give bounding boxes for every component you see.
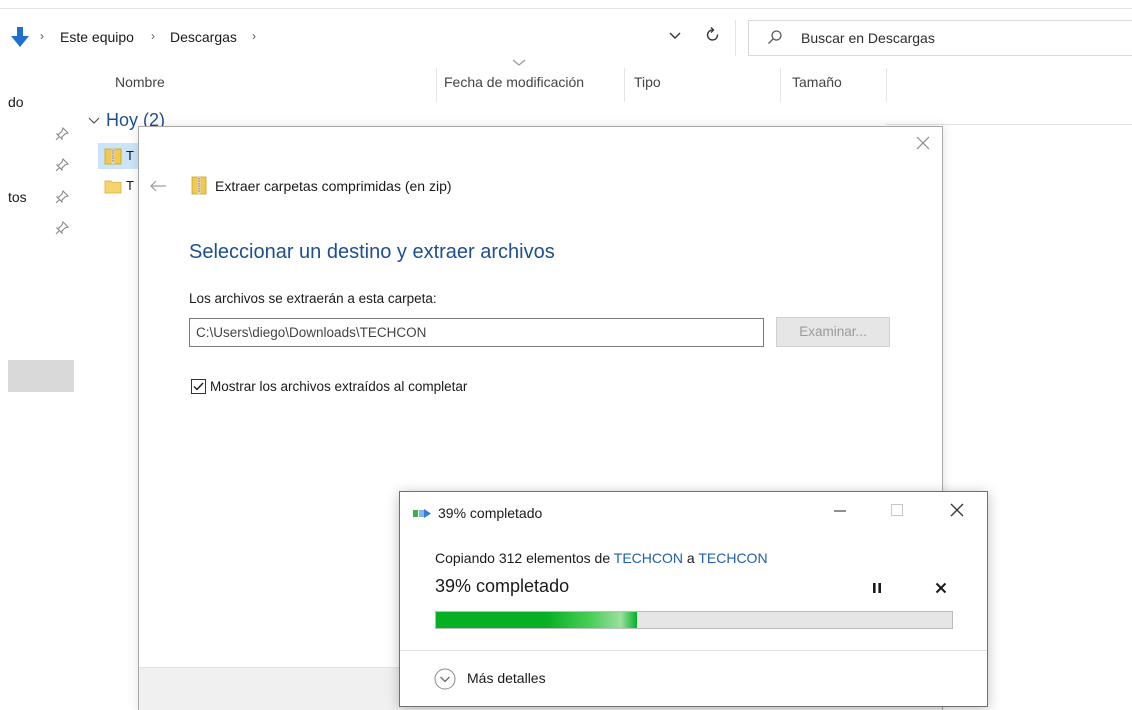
dialog-divider	[400, 650, 987, 651]
back-arrow-icon[interactable]	[149, 179, 167, 193]
column-divider[interactable]	[780, 68, 781, 102]
chevron-down-icon[interactable]	[668, 28, 682, 42]
file-row[interactable]: T	[98, 143, 140, 169]
column-header-name[interactable]: Nombre	[115, 74, 165, 90]
chevron-right-icon: ›	[40, 29, 44, 43]
pin-icon	[55, 190, 69, 204]
close-icon[interactable]	[915, 135, 931, 151]
maximize-icon	[891, 504, 903, 516]
column-header-size[interactable]: Tamaño	[792, 74, 842, 90]
column-divider[interactable]	[624, 68, 625, 102]
file-row[interactable]: T	[98, 173, 140, 199]
copy-status-text: Copiando 312 elementos de TECHCON a TECH…	[435, 550, 768, 566]
close-icon[interactable]	[949, 502, 965, 518]
folder-icon	[104, 180, 122, 194]
show-files-label[interactable]: Mostrar los archivos extraídos al comple…	[210, 379, 467, 394]
zip-folder-icon	[104, 148, 122, 165]
column-header-type[interactable]: Tipo	[634, 74, 661, 90]
dialog-heading: Seleccionar un destino y extraer archivo…	[189, 241, 555, 263]
minimize-icon[interactable]	[832, 502, 848, 518]
dialog-title: Extraer carpetas comprimidas (en zip)	[215, 178, 452, 194]
column-divider[interactable]	[436, 68, 437, 102]
chevron-right-icon: ›	[151, 29, 155, 43]
top-divider	[0, 8, 1132, 9]
copy-progress-icon	[413, 509, 431, 518]
progress-bar-fill	[436, 612, 638, 628]
more-details-label[interactable]: Más detalles	[467, 670, 546, 686]
source-link[interactable]: TECHCON	[614, 550, 683, 566]
column-divider[interactable]	[886, 68, 887, 102]
search-box[interactable]: Buscar en Descargas	[748, 20, 1132, 56]
pause-icon[interactable]	[870, 581, 884, 595]
chevron-right-icon[interactable]: ›	[252, 29, 256, 43]
file-name: T	[126, 148, 134, 163]
copy-prefix: Copiando 312 elementos de	[435, 550, 614, 566]
zip-folder-icon	[191, 176, 207, 195]
checkmark-icon	[193, 382, 204, 391]
browse-button[interactable]: Examinar...	[776, 317, 890, 347]
address-bar[interactable]: › Este equipo › Descargas ›	[0, 20, 735, 56]
destination-link[interactable]: TECHCON	[698, 550, 767, 566]
destination-path-input[interactable]	[189, 318, 764, 347]
header-underline	[886, 124, 1132, 125]
pin-icon	[55, 127, 69, 141]
show-files-checkbox[interactable]	[191, 379, 206, 394]
expand-details-icon[interactable]	[434, 668, 456, 690]
search-placeholder: Buscar en Descargas	[801, 30, 935, 46]
pin-icon	[55, 158, 69, 172]
search-icon	[768, 30, 782, 44]
column-header-modified[interactable]: Fecha de modificación	[444, 74, 584, 90]
refresh-icon[interactable]	[704, 26, 722, 44]
nav-item-partial[interactable]: tos	[8, 189, 27, 205]
progress-bar	[435, 611, 953, 629]
copy-progress-dialog: 39% completado Copiando 312 elementos de…	[399, 491, 988, 707]
cancel-icon[interactable]	[934, 581, 948, 595]
breadcrumb-descargas[interactable]: Descargas	[170, 29, 237, 45]
chevron-down-icon	[88, 117, 100, 124]
copy-connector: a	[683, 550, 699, 566]
nav-item-selected[interactable]	[8, 360, 74, 392]
pin-icon	[55, 221, 69, 235]
address-divider	[735, 20, 736, 56]
destination-label: Los archivos se extraerán a esta carpeta…	[189, 291, 437, 306]
downloads-arrow-icon	[11, 27, 29, 47]
sort-chevron-icon	[512, 59, 526, 66]
percent-complete: 39% completado	[435, 576, 570, 596]
file-name: T	[126, 178, 134, 193]
breadcrumb-este-equipo[interactable]: Este equipo	[60, 29, 134, 45]
nav-item-partial[interactable]: do	[8, 94, 24, 110]
dialog-title: 39% completado	[438, 505, 543, 521]
